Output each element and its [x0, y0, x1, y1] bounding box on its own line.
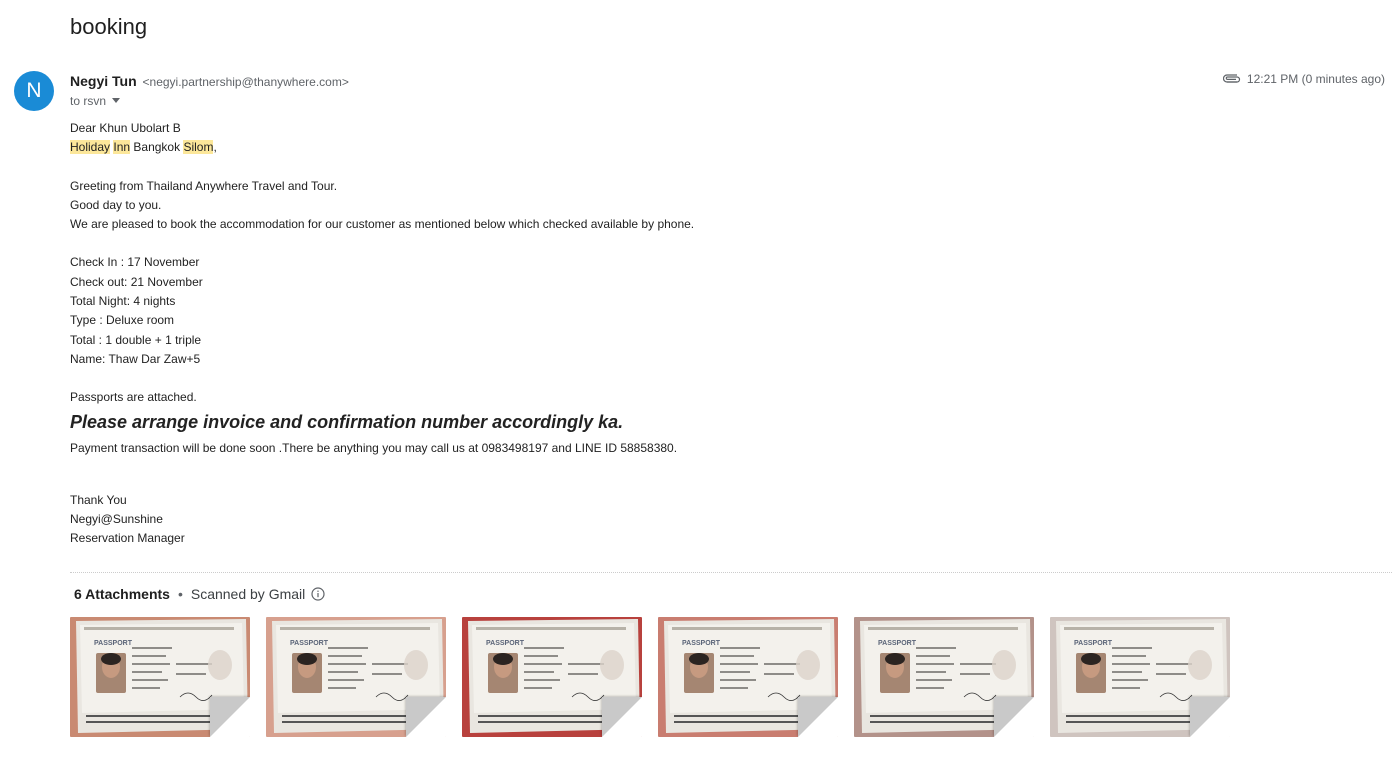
hotel-line: Holiday Inn Bangkok Silom,: [70, 138, 1070, 157]
page-fold-corner: [406, 697, 446, 737]
payment-line: Payment transaction will be done soon .T…: [70, 440, 678, 455]
passport-label: PASSPORT: [290, 640, 329, 647]
chevron-down-icon[interactable]: [112, 98, 121, 104]
separator: •: [177, 586, 183, 602]
hotel-text: Bangkok: [130, 140, 184, 155]
attachments-count: 6 Attachments: [74, 586, 170, 602]
room-total-line: Total : 1 double + 1 triple: [70, 332, 202, 347]
message-meta: 12:21 PM (0 minutes ago): [1222, 72, 1385, 86]
sender-email: <negyi.partnership@thanywhere.com>: [142, 75, 349, 89]
body-line: Good day to you.: [70, 197, 162, 212]
search-highlight: Silom: [183, 140, 214, 155]
sender-line: Negyi Tun <negyi.partnership@thanywhere.…: [70, 73, 349, 89]
scanned-label: Scanned by Gmail: [190, 586, 306, 602]
guest-name-line: Name: Thaw Dar Zaw+5: [70, 351, 201, 366]
email-view: booking N Negyi Tun <negyi.partnership@t…: [0, 0, 1392, 761]
page-fold-corner: [602, 697, 642, 737]
sender-avatar[interactable]: N: [14, 71, 54, 111]
paperclip-icon: [1222, 74, 1241, 83]
hotel-comma: ,: [213, 140, 217, 155]
role-line: Reservation Manager: [70, 531, 185, 546]
thanks-line: Thank You: [70, 492, 127, 507]
passport-line: Passports are attached.: [70, 390, 197, 405]
passport-label: PASSPORT: [878, 640, 917, 647]
emphasis-line: Please arrange invoice and confirmation …: [70, 411, 624, 432]
info-circle-icon[interactable]: [311, 587, 325, 601]
passport-label: PASSPORT: [94, 640, 133, 647]
email-body: Dear Khun Ubolart B Holiday Inn Bangkok …: [70, 119, 1070, 549]
attachment-thumbnail[interactable]: PASSPORT: [1050, 617, 1230, 737]
body-line: Greeting from Thailand Anywhere Travel a…: [70, 178, 338, 193]
check-out-line: Check out: 21 November: [70, 274, 203, 289]
attachments-divider: [70, 572, 1392, 573]
signature-line: Negyi@Sunshine: [70, 512, 163, 527]
passport-label: PASSPORT: [682, 640, 721, 647]
attachments-list: PASSPORT PASSPORT PASSPORT PASSPORT PASS…: [70, 617, 1246, 737]
page-fold-corner: [1190, 697, 1230, 737]
attachment-thumbnail[interactable]: PASSPORT: [854, 617, 1034, 737]
total-night-line: Total Night: 4 nights: [70, 294, 176, 309]
recipient-toggle[interactable]: to rsvn: [70, 94, 121, 108]
passport-label: PASSPORT: [486, 640, 525, 647]
page-fold-corner: [798, 697, 838, 737]
greeting-line: Dear Khun Ubolart B: [70, 121, 181, 135]
body-line: We are pleased to book the accommodation…: [70, 217, 695, 232]
page-fold-corner: [210, 697, 250, 737]
recipient-label: to rsvn: [70, 94, 107, 108]
check-in-line: Check In : 17 November: [70, 255, 200, 270]
search-highlight: Inn: [113, 140, 131, 155]
email-subject: booking: [70, 14, 148, 39]
attachment-thumbnail[interactable]: PASSPORT: [266, 617, 446, 737]
attachment-thumbnail[interactable]: PASSPORT: [462, 617, 642, 737]
attachment-thumbnail[interactable]: PASSPORT: [70, 617, 250, 737]
search-highlight: Holiday: [70, 140, 111, 155]
room-type-line: Type : Deluxe room: [70, 313, 175, 328]
attachments-header: 6 Attachments • Scanned by Gmail: [74, 586, 325, 602]
message-time: 12:21 PM (0 minutes ago): [1246, 72, 1385, 86]
attachment-thumbnail[interactable]: PASSPORT: [658, 617, 838, 737]
passport-label: PASSPORT: [1074, 640, 1113, 647]
page-fold-corner: [994, 697, 1034, 737]
sender-name[interactable]: Negyi Tun: [70, 73, 137, 89]
